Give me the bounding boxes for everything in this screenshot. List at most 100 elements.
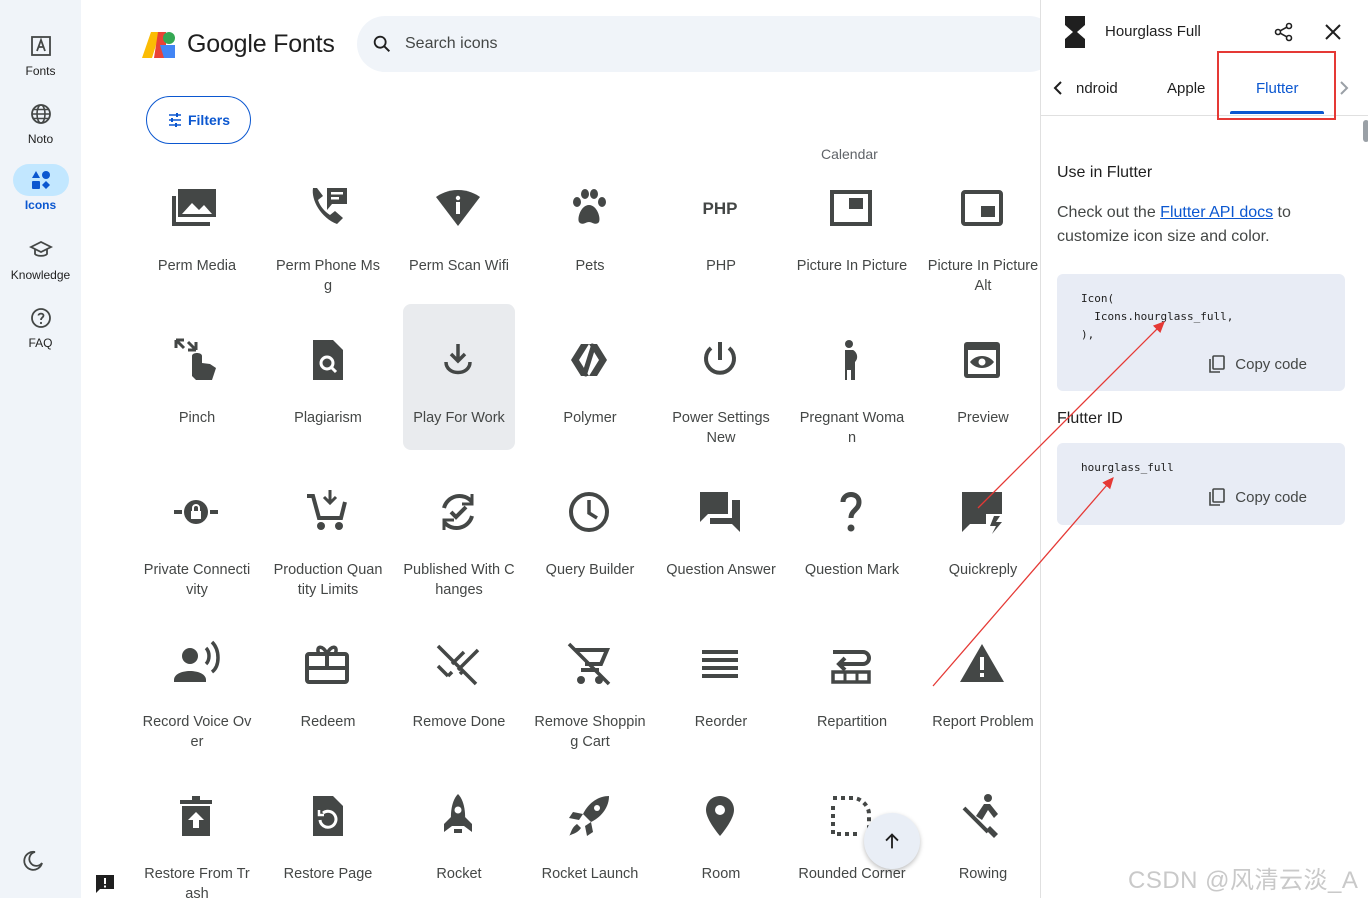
pregnant-woman-icon — [845, 340, 858, 380]
icon-card-published-with-changes[interactable]: Published With Changes — [393, 472, 524, 624]
icon-card-question-answer[interactable]: Question Answer — [655, 472, 786, 624]
hourglass-icon — [1065, 16, 1085, 48]
copy-code-label: Copy code — [1235, 488, 1307, 506]
icon-card-preview[interactable]: Preview — [917, 320, 1048, 472]
report-problem-icon — [960, 644, 1004, 682]
icon-card-repartition[interactable]: Repartition — [786, 624, 917, 776]
nav-item-knowledge[interactable]: Knowledge — [0, 234, 81, 282]
close-icon[interactable] — [1324, 23, 1342, 41]
room-icon — [706, 796, 734, 836]
icon-card-label: Reorder — [694, 714, 748, 730]
icon-card-quickreply[interactable]: Quickreply — [917, 472, 1048, 624]
panel-title: Hourglass Full — [1105, 23, 1201, 40]
nav-item-faq[interactable]: FAQ — [0, 302, 81, 350]
icon-card-label: Remove Done — [412, 714, 506, 730]
scroll-to-top-button[interactable] — [864, 813, 920, 869]
icon-card-production-quantity-limits[interactable]: Production Quantity Limits — [262, 472, 393, 624]
icon-card-report-problem[interactable]: Report Problem — [917, 624, 1048, 776]
icon-card-pinch[interactable]: Pinch — [131, 320, 262, 472]
icon-card-label: Picture In Picture Alt — [927, 258, 1039, 294]
icon-grid: Perm Media Perm Phone Msg Perm Scan Wifi Pe… — [131, 168, 1048, 898]
tab-apple[interactable]: Apple — [1167, 80, 1205, 97]
google-fonts-logo[interactable]: Google Fonts — [142, 30, 335, 59]
icon-card-query-builder[interactable]: Query Builder — [524, 472, 655, 624]
use-in-flutter-heading: Use in Flutter — [1057, 164, 1153, 181]
icon-card-redeem[interactable]: Redeem — [262, 624, 393, 776]
icon-card-question-mark[interactable]: Question Mark — [786, 472, 917, 624]
icon-card-label: Perm Phone Msg — [276, 258, 380, 294]
copy-code-label: Copy code — [1235, 355, 1307, 373]
search-bar[interactable] — [357, 16, 1057, 72]
query-builder-icon — [569, 492, 609, 532]
icon-card-label: Query Builder — [545, 562, 635, 578]
icon-card-perm-phone-msg[interactable]: Perm Phone Msg — [262, 168, 393, 320]
perm-phone-msg-icon — [312, 188, 347, 224]
nav-rail: Fonts Noto Icons Knowledge FAQ — [0, 0, 81, 898]
icon-card-remove-done[interactable]: Remove Done — [393, 624, 524, 776]
share-icon[interactable] — [1274, 22, 1294, 42]
picture-in-picture-alt-icon — [961, 190, 1003, 226]
flutter-api-docs-link[interactable]: Flutter API docs — [1160, 204, 1273, 221]
dark-mode-icon[interactable] — [21, 849, 45, 878]
tune-icon — [168, 113, 181, 127]
tab-android[interactable]: ndroid — [1076, 80, 1118, 97]
icon-card-restore-from-trash[interactable]: Restore From Trash — [131, 776, 262, 898]
flutter-id-heading: Flutter ID — [1057, 410, 1123, 427]
plagiarism-icon — [313, 340, 343, 380]
icon-card-plagiarism[interactable]: Plagiarism — [262, 320, 393, 472]
icon-card-php[interactable]: PHP PHP — [655, 168, 786, 320]
icon-card-remove-shopping-cart[interactable]: Remove Shopping Cart — [524, 624, 655, 776]
scrollbar-thumb[interactable] — [1363, 120, 1368, 142]
icon-card-label: Pregnant Woman — [799, 410, 905, 446]
copy-icon — [1209, 355, 1226, 373]
filters-button[interactable]: Filters — [146, 96, 251, 144]
icon-card-pregnant-woman[interactable]: Pregnant Woman — [786, 320, 917, 472]
icon-detail-panel: Hourglass Full ndroid Apple Flutter Use … — [1040, 0, 1368, 898]
flutter-id-box: hourglass_full Copy code — [1057, 443, 1345, 525]
copy-code-button[interactable]: Copy code — [1209, 355, 1307, 373]
brand-name: Google Fonts — [187, 30, 335, 58]
icon-card-label: Preview — [957, 410, 1009, 426]
icon-card-picture-in-picture-alt[interactable]: Picture In Picture Alt — [917, 168, 1048, 320]
icon-card-label: Production Quantity Limits — [273, 562, 383, 598]
icon-card-rowing[interactable]: Rowing — [917, 776, 1048, 898]
icon-card-power-settings-new[interactable]: Power Settings New — [655, 320, 786, 472]
redeem-icon — [305, 645, 349, 684]
copy-icon — [1209, 488, 1226, 506]
icon-card-label: Pets — [575, 258, 605, 274]
nav-item-fonts[interactable]: Fonts — [0, 30, 81, 78]
icon-card-reorder[interactable]: Reorder — [655, 624, 786, 776]
chevron-left-icon[interactable] — [1052, 80, 1064, 96]
icon-card-record-voice-over[interactable]: Record Voice Over — [131, 624, 262, 776]
icon-card-perm-scan-wifi[interactable]: Perm Scan Wifi — [393, 168, 524, 320]
google-fonts-logo-icon — [142, 31, 175, 58]
chevron-right-icon[interactable] — [1338, 80, 1350, 96]
icon-card-label: Question Mark — [804, 562, 900, 578]
icon-card-picture-in-picture[interactable]: Picture In Picture — [786, 168, 917, 320]
arrow-up-icon — [885, 833, 899, 849]
icon-card-restore-page[interactable]: Restore Page — [262, 776, 393, 898]
icon-card-rocket[interactable]: Rocket — [393, 776, 524, 898]
copy-id-button[interactable]: Copy code — [1209, 488, 1307, 506]
nav-item-icons[interactable]: Icons — [0, 164, 81, 212]
search-input[interactable] — [405, 35, 805, 53]
restore-from-trash-icon — [180, 796, 212, 836]
icon-card-private-connectivity[interactable]: Private Connectivity — [131, 472, 262, 624]
pinch-icon — [174, 338, 216, 380]
icon-card-label: Question Answer — [666, 562, 776, 578]
nav-item-noto[interactable]: Noto — [0, 98, 81, 146]
icon-card-rocket-launch[interactable]: Rocket Launch — [524, 776, 655, 898]
icon-card-play-for-work[interactable]: Play For Work — [393, 304, 524, 472]
icon-card-label: Rowing — [958, 866, 1008, 882]
icon-card-pets[interactable]: Pets — [524, 168, 655, 320]
icon-card-polymer[interactable]: Polymer — [524, 320, 655, 472]
record-voice-over-icon — [174, 640, 220, 682]
icon-card-label: Restore From Trash — [144, 866, 250, 898]
icon-card-perm-media[interactable]: Perm Media — [131, 168, 262, 320]
filters-label: Filters — [187, 112, 230, 128]
icon-card-room[interactable]: Room — [655, 776, 786, 898]
icon-card-label: Record Voice Over — [142, 714, 252, 750]
perm-scan-wifi-icon — [436, 190, 480, 226]
feedback-icon[interactable] — [94, 873, 116, 898]
icon-card-label: Play For Work — [413, 410, 505, 426]
